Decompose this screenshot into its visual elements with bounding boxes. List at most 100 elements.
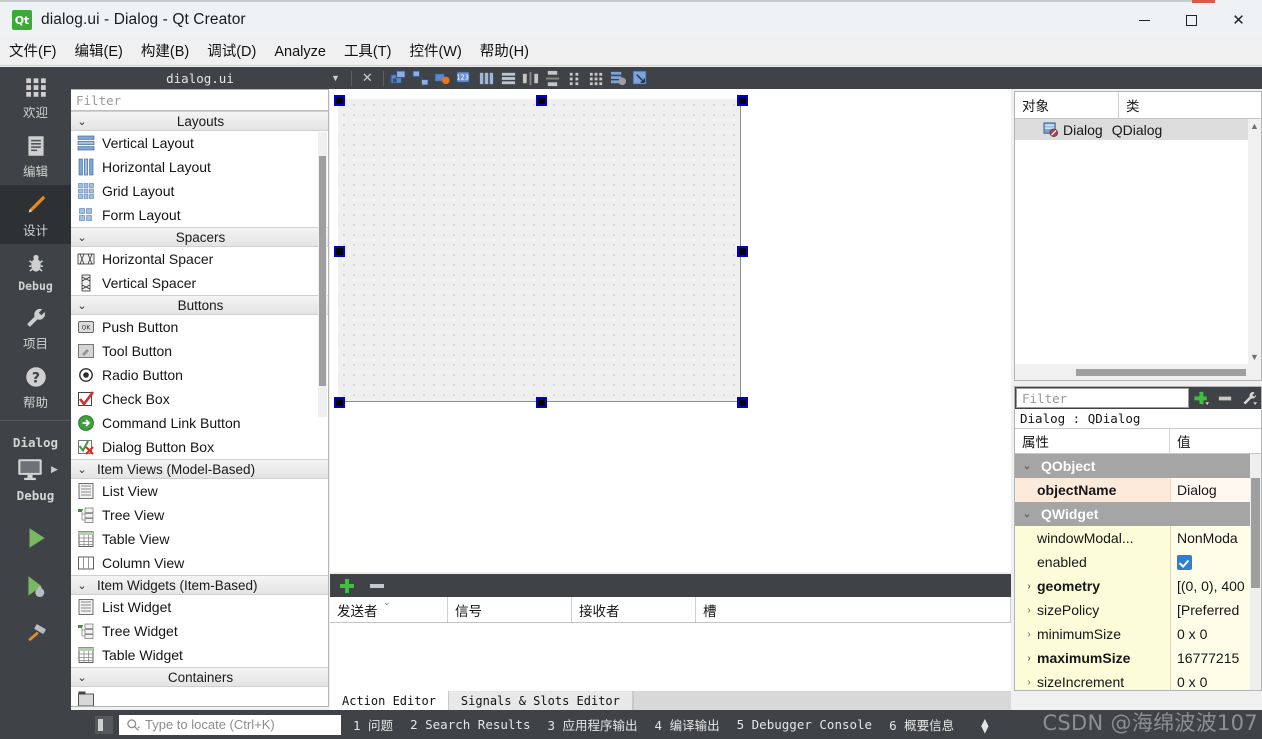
resize-handle-bottom-left[interactable] xyxy=(334,397,345,408)
resize-handle-top-left[interactable] xyxy=(334,95,345,106)
form-canvas[interactable] xyxy=(330,89,1011,572)
edit-tab-order-icon[interactable]: 123 xyxy=(454,68,476,88)
scrollbar-thumb[interactable] xyxy=(319,156,326,386)
widget-group-item-widgets[interactable]: ⌄ Item Widgets (Item-Based) xyxy=(71,575,328,595)
widget-item-vertical-spacer[interactable]: Vertical Spacer xyxy=(71,271,328,295)
property-row-geometry[interactable]: › geometry [(0, 0), 400 xyxy=(1015,574,1261,598)
editor-tab-title[interactable]: dialog.ui xyxy=(71,67,329,89)
resize-handle-right[interactable] xyxy=(737,246,748,257)
play-bug-icon[interactable] xyxy=(21,573,51,599)
menu-analyze[interactable]: Analyze xyxy=(265,38,335,66)
mode-edit[interactable]: 编辑 xyxy=(0,126,71,185)
property-value[interactable]: NonModa xyxy=(1170,526,1261,550)
chevron-down-icon[interactable]: ▼ xyxy=(329,73,347,83)
plus-icon[interactable] xyxy=(338,577,356,595)
widget-item-table-view[interactable]: Table View xyxy=(71,527,328,551)
break-layout-icon[interactable] xyxy=(608,68,630,88)
property-value[interactable]: 16777215 xyxy=(1170,646,1261,670)
signals-slots-body[interactable] xyxy=(330,623,1011,691)
object-inspector-body[interactable]: Dialog QDialog ▲ ▼ xyxy=(1015,119,1261,364)
layout-grid-icon[interactable] xyxy=(586,68,608,88)
property-filter-input[interactable]: Filter xyxy=(1016,388,1189,408)
enabled-checkbox[interactable] xyxy=(1177,554,1192,570)
widget-box-scrollbar[interactable] xyxy=(318,132,327,417)
menu-debug[interactable]: 调试(D) xyxy=(198,38,265,66)
widget-item-radio-button[interactable]: Radio Button xyxy=(71,363,328,387)
output-issues[interactable]: 1 问题 xyxy=(353,715,393,734)
chevron-right-icon[interactable]: › xyxy=(1021,581,1037,592)
output-search-results[interactable]: 2 Search Results xyxy=(410,717,530,732)
edit-buddies-icon[interactable] xyxy=(432,68,454,88)
widget-item-form-layout[interactable]: Form Layout xyxy=(71,203,328,227)
property-row-enabled[interactable]: enabled xyxy=(1015,550,1261,574)
menu-edit[interactable]: 编辑(E) xyxy=(66,38,132,66)
edit-signals-slots-icon[interactable] xyxy=(410,68,432,88)
widget-box-filter-input[interactable]: Filter xyxy=(71,90,328,111)
layout-form-icon[interactable] xyxy=(564,68,586,88)
widget-item-list-view[interactable]: List View xyxy=(71,479,328,503)
property-row-sizeincrement[interactable]: › sizeIncrement 0 x 0 xyxy=(1015,670,1261,690)
widget-item-partial[interactable] xyxy=(71,687,328,706)
resize-handle-bottom[interactable] xyxy=(536,397,547,408)
property-group-qwidget[interactable]: ⌄ QWidget xyxy=(1015,502,1261,526)
edit-widgets-icon[interactable] xyxy=(388,68,410,88)
property-row-sizepolicy[interactable]: › sizePolicy [Preferred xyxy=(1015,598,1261,622)
object-inspector-hscrollbar[interactable] xyxy=(1015,364,1261,380)
widget-item-check-box[interactable]: Check Box xyxy=(71,387,328,411)
property-row-minimumsize[interactable]: › minimumSize 0 x 0 xyxy=(1015,622,1261,646)
widget-item-tree-widget[interactable]: Tree Widget xyxy=(71,619,328,643)
column-object[interactable]: 对象 xyxy=(1015,92,1119,118)
locator-input[interactable]: Type to locate (Ctrl+K) xyxy=(119,714,341,735)
scroll-down-icon[interactable]: ▼ xyxy=(1248,350,1261,364)
scrollbar-thumb[interactable] xyxy=(1076,368,1246,376)
resize-handle-top-right[interactable] xyxy=(737,95,748,106)
property-value[interactable]: [Preferred xyxy=(1170,598,1261,622)
widget-item-push-button[interactable]: OK Push Button xyxy=(71,315,328,339)
widget-item-tool-button[interactable]: Tool Button xyxy=(71,339,328,363)
close-icon[interactable]: ✕ xyxy=(356,71,379,86)
menu-file[interactable]: 文件(F) xyxy=(0,38,66,66)
column-property[interactable]: 属性 xyxy=(1015,429,1170,453)
property-row-objectname[interactable]: objectName Dialog xyxy=(1015,478,1261,502)
scrollbar-thumb[interactable] xyxy=(1251,478,1260,588)
widget-group-layouts[interactable]: ⌄ Layouts xyxy=(71,111,328,131)
widget-item-table-widget[interactable]: Table Widget xyxy=(71,643,328,667)
remove-property-button[interactable] xyxy=(1213,387,1237,409)
widget-item-tree-view[interactable]: Tree View xyxy=(71,503,328,527)
property-editor-vscrollbar[interactable] xyxy=(1250,454,1261,690)
mode-welcome[interactable]: 欢迎 xyxy=(0,67,71,126)
widget-item-command-link-button[interactable]: Command Link Button xyxy=(71,411,328,435)
widget-group-buttons[interactable]: ⌄ Buttons xyxy=(71,295,328,315)
layout-vertical-icon[interactable] xyxy=(498,68,520,88)
dialog-form-widget[interactable] xyxy=(338,99,741,402)
property-row-maximumsize[interactable]: › maximumSize 16777215 xyxy=(1015,646,1261,670)
play-icon[interactable] xyxy=(21,525,51,551)
menu-tools[interactable]: 工具(T) xyxy=(335,38,401,66)
sidebar-icon[interactable] xyxy=(95,715,113,734)
mode-projects[interactable]: 项目 xyxy=(0,298,71,357)
column-class[interactable]: 类 xyxy=(1119,92,1140,118)
property-group-qobject[interactable]: ⌄ QObject xyxy=(1015,454,1261,478)
add-property-button[interactable] xyxy=(1189,387,1213,409)
mode-design[interactable]: 设计 xyxy=(0,185,71,244)
tab-signals-and-slots-editor[interactable]: Signals & Slots Editor xyxy=(448,691,633,710)
widget-group-spacers[interactable]: ⌄ Spacers xyxy=(71,227,328,247)
resize-handle-top[interactable] xyxy=(536,95,547,106)
resize-handle-bottom-right[interactable] xyxy=(737,397,748,408)
minimize-icon[interactable] xyxy=(1121,0,1168,40)
widget-group-containers[interactable]: ⌄ Containers xyxy=(71,667,328,687)
widget-item-horizontal-layout[interactable]: Horizontal Layout xyxy=(71,155,328,179)
adjust-size-icon[interactable] xyxy=(630,68,652,88)
menu-widgets[interactable]: 控件(W) xyxy=(400,38,470,66)
widget-group-item-views[interactable]: ⌄ Item Views (Model-Based) xyxy=(71,459,328,479)
output-debugger-console[interactable]: 5 Debugger Console xyxy=(737,717,872,732)
widget-item-dialog-button-box[interactable]: Dialog Button Box xyxy=(71,435,328,459)
layout-splitter-v-icon[interactable] xyxy=(542,68,564,88)
menu-help[interactable]: 帮助(H) xyxy=(471,38,538,66)
column-slot[interactable]: 槽 xyxy=(696,597,1011,622)
chevron-right-icon[interactable]: › xyxy=(1021,605,1037,616)
chevron-right-icon[interactable]: › xyxy=(1021,629,1037,640)
configure-button[interactable] xyxy=(1237,387,1261,409)
widget-item-horizontal-spacer[interactable]: Horizontal Spacer xyxy=(71,247,328,271)
chevron-right-icon[interactable]: › xyxy=(1021,677,1037,688)
